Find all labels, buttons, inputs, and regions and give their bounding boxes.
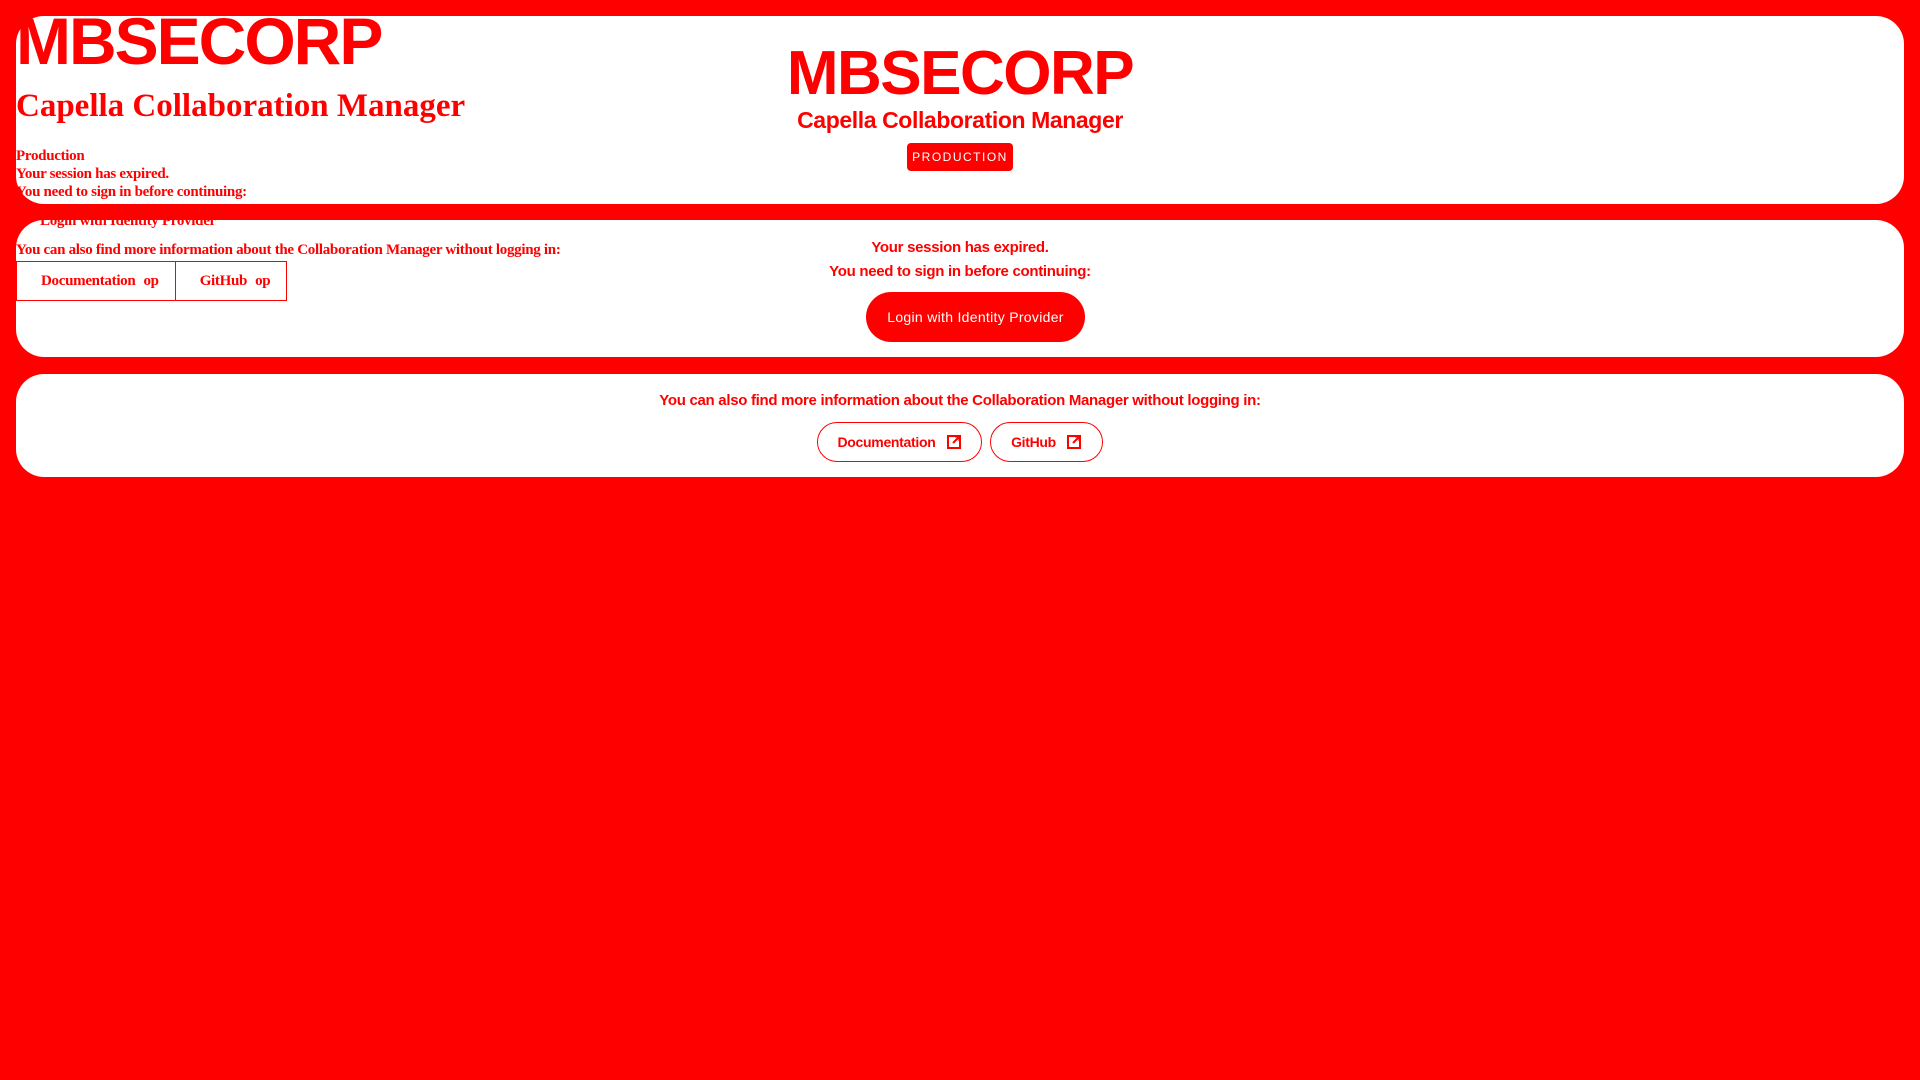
open-in-new-icon [1066, 434, 1082, 450]
github-label: GitHub [1011, 434, 1056, 450]
overlay-info-text: You can also find more information about… [16, 242, 561, 258]
open-in-new-icon: op [255, 272, 271, 289]
open-in-new-icon [946, 434, 962, 450]
sign-in-prompt: You need to sign in before continuing: [829, 263, 1091, 280]
overlay-links: Documentation op GitHub op [16, 261, 288, 301]
overlay-environment: Production [16, 148, 85, 164]
github-link[interactable]: GitHub [990, 422, 1103, 462]
info-text: You can also find more information about… [659, 392, 1261, 409]
overlay-sign-in-prompt: You need to sign in before continuing: [16, 184, 247, 200]
environment-badge: PRODUCTION [907, 143, 1013, 171]
login-card: Your session has expired. You need to si… [16, 220, 1904, 357]
overlay-github-label: GitHub [199, 272, 248, 289]
documentation-link[interactable]: Documentation [817, 422, 982, 462]
overlay-login-button[interactable]: Login with Identity Provider [40, 213, 216, 230]
overlay-documentation-link[interactable]: Documentation op [17, 262, 175, 300]
open-in-new-icon: op [143, 272, 159, 289]
info-card: You can also find more information about… [16, 374, 1904, 477]
overlay-session-expired: Your session has expired. [16, 166, 169, 182]
overlay-title: Capella Collaboration Manager [16, 88, 466, 124]
login-button[interactable]: Login with Identity Provider [866, 292, 1085, 342]
overlay-logo: MBSECORP [16, 4, 383, 78]
overlay-documentation-label: Documentation [41, 272, 136, 289]
overlay-github-link[interactable]: GitHub op [174, 262, 287, 300]
documentation-label: Documentation [837, 434, 936, 450]
